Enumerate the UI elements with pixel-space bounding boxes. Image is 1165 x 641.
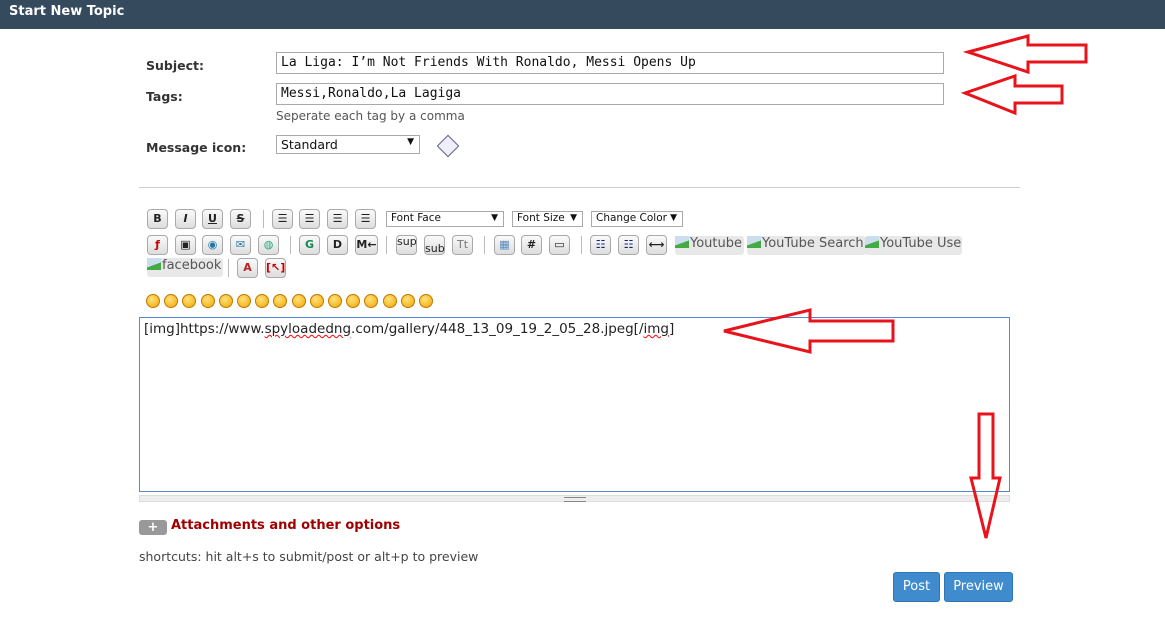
youtube-user-button[interactable]: YouTube User xyxy=(865,236,962,255)
smiley-icon[interactable] xyxy=(328,294,342,308)
youtube-user-label: YouTube User xyxy=(880,236,962,251)
broken-image-icon xyxy=(747,236,761,248)
strike-button[interactable]: S xyxy=(230,209,251,229)
separator xyxy=(484,236,485,254)
separator xyxy=(228,259,229,277)
separator xyxy=(263,210,264,228)
shadow-button[interactable]: D xyxy=(327,235,348,255)
smiley-icon[interactable] xyxy=(164,294,179,308)
broken-image-icon xyxy=(147,258,161,270)
smiley-icon[interactable] xyxy=(382,294,397,308)
table-icon[interactable]: ▦ xyxy=(494,235,515,255)
youtube-button[interactable]: Youtube xyxy=(675,236,744,255)
glow-button[interactable]: G xyxy=(299,235,320,255)
preview-button[interactable]: Preview xyxy=(944,572,1013,602)
page-title: Start New Topic xyxy=(9,4,125,19)
font-size-label: Font Size xyxy=(517,212,565,224)
tags-label: Tags: xyxy=(146,89,183,104)
message-icon-preview-icon xyxy=(436,134,460,158)
smiley-icon[interactable] xyxy=(182,294,197,308)
move-button[interactable]: M← xyxy=(355,235,378,255)
arrow-annotation-tags xyxy=(960,73,1064,116)
font-face-label: Font Face xyxy=(391,212,441,224)
dropdown-arrow-icon: ▼ xyxy=(670,213,677,223)
smiley-icon[interactable] xyxy=(237,294,251,308)
smiley-icon[interactable] xyxy=(218,294,233,308)
subject-label: Subject: xyxy=(146,58,204,73)
horizontal-rule-icon[interactable]: ⟷ xyxy=(646,235,667,255)
dropdown-arrow-icon: ▼ xyxy=(570,213,577,223)
teletype-button[interactable]: Tt xyxy=(452,235,473,255)
underline-button[interactable]: U xyxy=(202,209,223,229)
bold-button[interactable]: B xyxy=(147,209,168,229)
message-icon-label: Message icon: xyxy=(146,140,247,155)
message-text: spyloadedng xyxy=(264,321,352,337)
change-color-select[interactable]: Change Color ▼ xyxy=(591,211,683,227)
expand-attachments-button[interactable]: + xyxy=(139,520,167,535)
align-right-button[interactable]: ☰ xyxy=(355,209,376,229)
numbered-list-icon[interactable]: ☷ xyxy=(618,235,639,255)
flash-icon[interactable]: ƒ xyxy=(147,235,168,255)
youtube-label: Youtube xyxy=(690,236,742,251)
post-button[interactable]: Post xyxy=(893,572,940,602)
message-text: [img]https://www. xyxy=(144,321,265,337)
smiley-icon[interactable] xyxy=(346,294,361,308)
email-icon[interactable]: ✉ xyxy=(230,235,251,255)
smiley-icon[interactable] xyxy=(273,294,288,308)
font-face-select[interactable]: Font Face ▼ xyxy=(386,211,504,227)
align-left-button[interactable]: ☰ xyxy=(299,209,320,229)
unformat-icon[interactable]: [↖] xyxy=(265,258,286,278)
smiley-icon[interactable] xyxy=(200,294,215,308)
separator xyxy=(581,236,582,254)
font-format-icon[interactable]: A xyxy=(237,258,258,278)
smiley-icon[interactable] xyxy=(400,294,415,308)
align-justify-button[interactable]: ☰ xyxy=(272,209,293,229)
tags-hint: Seperate each tag by a comma xyxy=(276,109,465,123)
bullet-list-icon[interactable]: ☷ xyxy=(590,235,611,255)
selected-value: Standard xyxy=(281,137,338,152)
message-text: .com/gallery/448_13_09_19_2_05_28.jpeg[/ xyxy=(351,321,644,337)
web-link-icon[interactable]: ◉ xyxy=(202,235,223,255)
broken-image-icon xyxy=(675,236,689,248)
separator xyxy=(386,236,387,254)
italic-button[interactable]: I xyxy=(175,209,196,229)
arrow-annotation-subject xyxy=(962,34,1088,75)
image-icon[interactable]: ▣ xyxy=(175,235,196,255)
smiley-icon[interactable] xyxy=(419,294,433,308)
page-header: Start New Topic xyxy=(0,0,1165,29)
textarea-resize-handle[interactable] xyxy=(139,495,1010,502)
tags-input[interactable]: Messi,Ronaldo,La Lagiga xyxy=(276,83,944,105)
message-text: img xyxy=(643,321,669,337)
smiley-icon[interactable] xyxy=(255,294,270,308)
smiley-icon[interactable] xyxy=(291,294,306,308)
change-color-label: Change Color xyxy=(596,212,667,224)
ftp-icon[interactable]: ◍ xyxy=(258,235,279,255)
dropdown-arrow-icon: ▼ xyxy=(407,137,414,147)
smiley-icon[interactable] xyxy=(146,294,160,308)
align-center-button[interactable]: ☰ xyxy=(327,209,348,229)
message-textarea[interactable]: [img]https://www.spyloadedng.com/gallery… xyxy=(139,317,1010,492)
subscript-button[interactable]: sub xyxy=(424,235,445,255)
youtube-search-button[interactable]: YouTube Search xyxy=(747,236,866,255)
font-size-select[interactable]: Font Size ▼ xyxy=(512,211,583,227)
facebook-button[interactable]: facebook xyxy=(147,258,224,277)
quote-icon[interactable]: ▭ xyxy=(549,235,570,255)
smiley-icon[interactable] xyxy=(309,294,324,308)
attachments-link[interactable]: Attachments and other options xyxy=(171,518,400,533)
dropdown-arrow-icon: ▼ xyxy=(491,213,498,223)
code-button[interactable]: # xyxy=(521,235,542,255)
subject-input[interactable]: La Liga: I’m Not Friends With Ronaldo, M… xyxy=(276,52,944,74)
message-icon-select[interactable]: Standard ▼ xyxy=(276,135,420,154)
separator xyxy=(290,236,291,254)
message-text: ] xyxy=(668,321,675,337)
smiley-icon[interactable] xyxy=(364,294,379,308)
shortcuts-text: shortcuts: hit alt+s to submit/post or a… xyxy=(139,549,479,564)
broken-image-icon xyxy=(865,236,879,248)
facebook-label: facebook xyxy=(162,258,222,273)
divider xyxy=(139,187,1020,188)
youtube-search-label: YouTube Search xyxy=(762,236,864,251)
superscript-button[interactable]: sup xyxy=(396,235,417,255)
